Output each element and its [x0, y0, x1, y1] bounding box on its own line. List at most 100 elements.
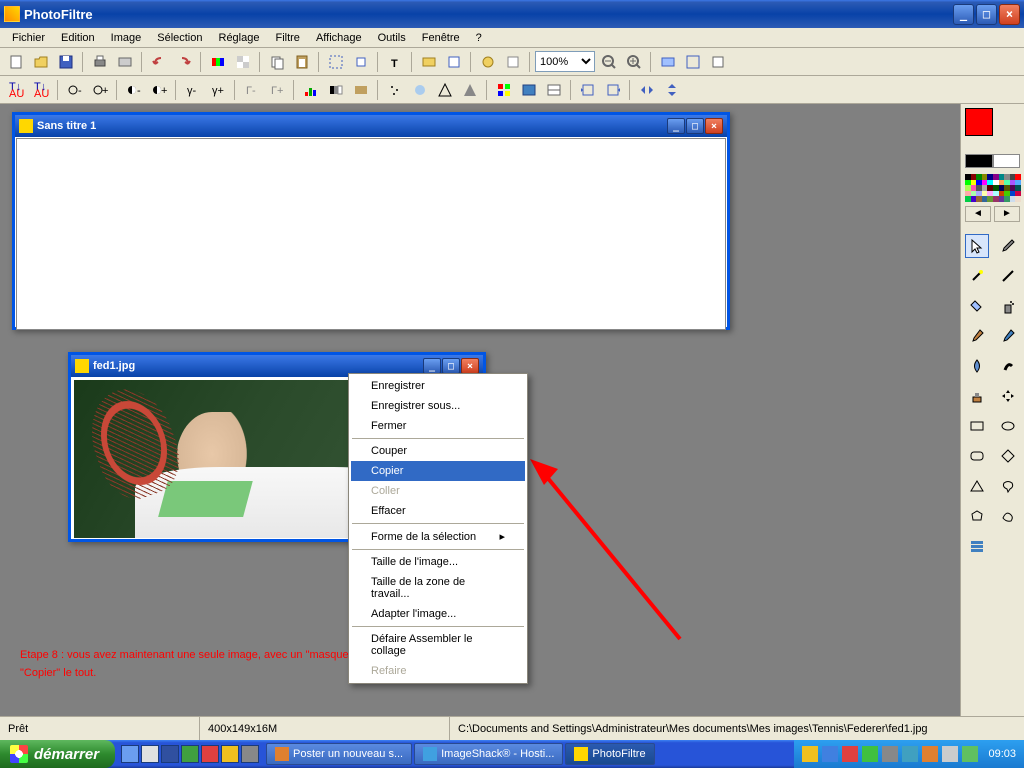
- brightness-plus-button[interactable]: +: [88, 78, 111, 101]
- maximize-button[interactable]: □: [976, 4, 997, 25]
- flip-v-button[interactable]: [660, 78, 683, 101]
- color-swatches[interactable]: [965, 108, 1020, 150]
- ctx-copier[interactable]: Copier: [351, 461, 525, 481]
- menu-image[interactable]: Image: [103, 30, 150, 46]
- tray-icon[interactable]: [862, 746, 878, 762]
- zoom-in-button[interactable]: [622, 50, 645, 73]
- brush-tool[interactable]: [965, 324, 989, 348]
- ctx-adapter[interactable]: Adapter l'image...: [351, 604, 525, 624]
- child-minimize-button[interactable]: _: [667, 118, 685, 134]
- sepia-button[interactable]: [349, 78, 372, 101]
- auto-contrast-button[interactable]: T↓AUTO: [29, 78, 52, 101]
- minimize-button[interactable]: _: [953, 4, 974, 25]
- ctx-taille-image[interactable]: Taille de l'image...: [351, 552, 525, 572]
- mini-swatch-black[interactable]: [965, 154, 993, 168]
- sat-minus-button[interactable]: Γ-: [240, 78, 263, 101]
- child-maximize-button[interactable]: □: [686, 118, 704, 134]
- tray-icon[interactable]: [802, 746, 818, 762]
- rect-shape-tool[interactable]: [965, 414, 989, 438]
- selection-tool[interactable]: [965, 234, 989, 258]
- fg-color-swatch[interactable]: [965, 108, 993, 136]
- ctx-taille-zone[interactable]: Taille de la zone de travail...: [351, 572, 525, 604]
- ctx-fermer[interactable]: Fermer: [351, 416, 525, 436]
- blank-canvas[interactable]: [16, 138, 726, 330]
- variation-button[interactable]: [492, 78, 515, 101]
- options-tool[interactable]: [965, 534, 989, 558]
- auto-levels-button[interactable]: T↓AUTO: [4, 78, 27, 101]
- ql-icon-2[interactable]: [141, 745, 159, 763]
- dust-button[interactable]: [383, 78, 406, 101]
- start-button[interactable]: démarrer: [0, 740, 115, 768]
- undo-button[interactable]: [147, 50, 170, 73]
- tray-icon[interactable]: [882, 746, 898, 762]
- save-button[interactable]: [54, 50, 77, 73]
- palette-next-button[interactable]: ►: [994, 206, 1020, 222]
- rounded-rect-tool[interactable]: [965, 444, 989, 468]
- tb-btn-g[interactable]: [706, 50, 729, 73]
- menu-fichier[interactable]: Fichier: [4, 30, 53, 46]
- ql-icon-6[interactable]: [221, 745, 239, 763]
- ctx-couper[interactable]: Couper: [351, 441, 525, 461]
- tb-btn-e[interactable]: [656, 50, 679, 73]
- child-minimize-button[interactable]: _: [423, 358, 441, 374]
- color-palette[interactable]: [965, 174, 1020, 202]
- line-tool[interactable]: [996, 264, 1020, 288]
- scroll-tool[interactable]: [996, 384, 1020, 408]
- ql-icon-7[interactable]: [241, 745, 259, 763]
- resize-button[interactable]: [324, 50, 347, 73]
- menu-edition[interactable]: Edition: [53, 30, 103, 46]
- task-poster[interactable]: Poster un nouveau s...: [266, 743, 412, 765]
- child-close-button[interactable]: ×: [461, 358, 479, 374]
- tray-icon[interactable]: [962, 746, 978, 762]
- menu-selection[interactable]: Sélection: [149, 30, 210, 46]
- diamond-tool[interactable]: [996, 444, 1020, 468]
- ctx-refaire[interactable]: Refaire: [351, 661, 525, 681]
- relief-button[interactable]: [458, 78, 481, 101]
- advanced-brush-tool[interactable]: [996, 324, 1020, 348]
- rotate-left-button[interactable]: [576, 78, 599, 101]
- window-blank[interactable]: Sans titre 1 _ □ ×: [12, 112, 730, 330]
- zoom-out-button[interactable]: [597, 50, 620, 73]
- rotate-right-button[interactable]: [601, 78, 624, 101]
- menu-affichage[interactable]: Affichage: [308, 30, 370, 46]
- ctx-enregistrer-sous[interactable]: Enregistrer sous...: [351, 396, 525, 416]
- transparency-button[interactable]: [231, 50, 254, 73]
- lasso-tool[interactable]: [996, 474, 1020, 498]
- menu-help[interactable]: ?: [468, 30, 490, 46]
- ql-icon-5[interactable]: [201, 745, 219, 763]
- canvas-button[interactable]: [349, 50, 372, 73]
- ql-icon-4[interactable]: [181, 745, 199, 763]
- tray-icon[interactable]: [922, 746, 938, 762]
- child-maximize-button[interactable]: □: [442, 358, 460, 374]
- contrast-plus-button[interactable]: +: [147, 78, 170, 101]
- ctx-coller[interactable]: Coller: [351, 481, 525, 501]
- sharpen-button[interactable]: [433, 78, 456, 101]
- tray-icon[interactable]: [942, 746, 958, 762]
- window-blank-titlebar[interactable]: Sans titre 1 _ □ ×: [15, 115, 727, 137]
- redo-button[interactable]: [172, 50, 195, 73]
- rgb-button[interactable]: [206, 50, 229, 73]
- task-imageshack[interactable]: ImageShack® - Hosti...: [414, 743, 563, 765]
- ctx-forme-selection[interactable]: Forme de la sélection▸: [351, 526, 525, 547]
- eyedropper-tool[interactable]: [996, 234, 1020, 258]
- scan-button[interactable]: [113, 50, 136, 73]
- tray-icon[interactable]: [842, 746, 858, 762]
- gamma-plus-button[interactable]: γ+: [206, 78, 229, 101]
- copy-button[interactable]: [265, 50, 288, 73]
- mini-swatch-white[interactable]: [993, 154, 1021, 168]
- paste-button[interactable]: [290, 50, 313, 73]
- tb-btn-a[interactable]: [417, 50, 440, 73]
- open-button[interactable]: [29, 50, 52, 73]
- tb-btn-f[interactable]: [681, 50, 704, 73]
- blur-tool[interactable]: [965, 354, 989, 378]
- new-button[interactable]: [4, 50, 27, 73]
- ql-icon-3[interactable]: [161, 745, 179, 763]
- tb-btn-b[interactable]: [442, 50, 465, 73]
- tray-icon[interactable]: [822, 746, 838, 762]
- ellipse-shape-tool[interactable]: [996, 414, 1020, 438]
- photomask-button[interactable]: [517, 78, 540, 101]
- free-shape-tool[interactable]: [996, 504, 1020, 528]
- ctx-effacer[interactable]: Effacer: [351, 501, 525, 521]
- contrast-minus-button[interactable]: -: [122, 78, 145, 101]
- tb-btn-c[interactable]: [476, 50, 499, 73]
